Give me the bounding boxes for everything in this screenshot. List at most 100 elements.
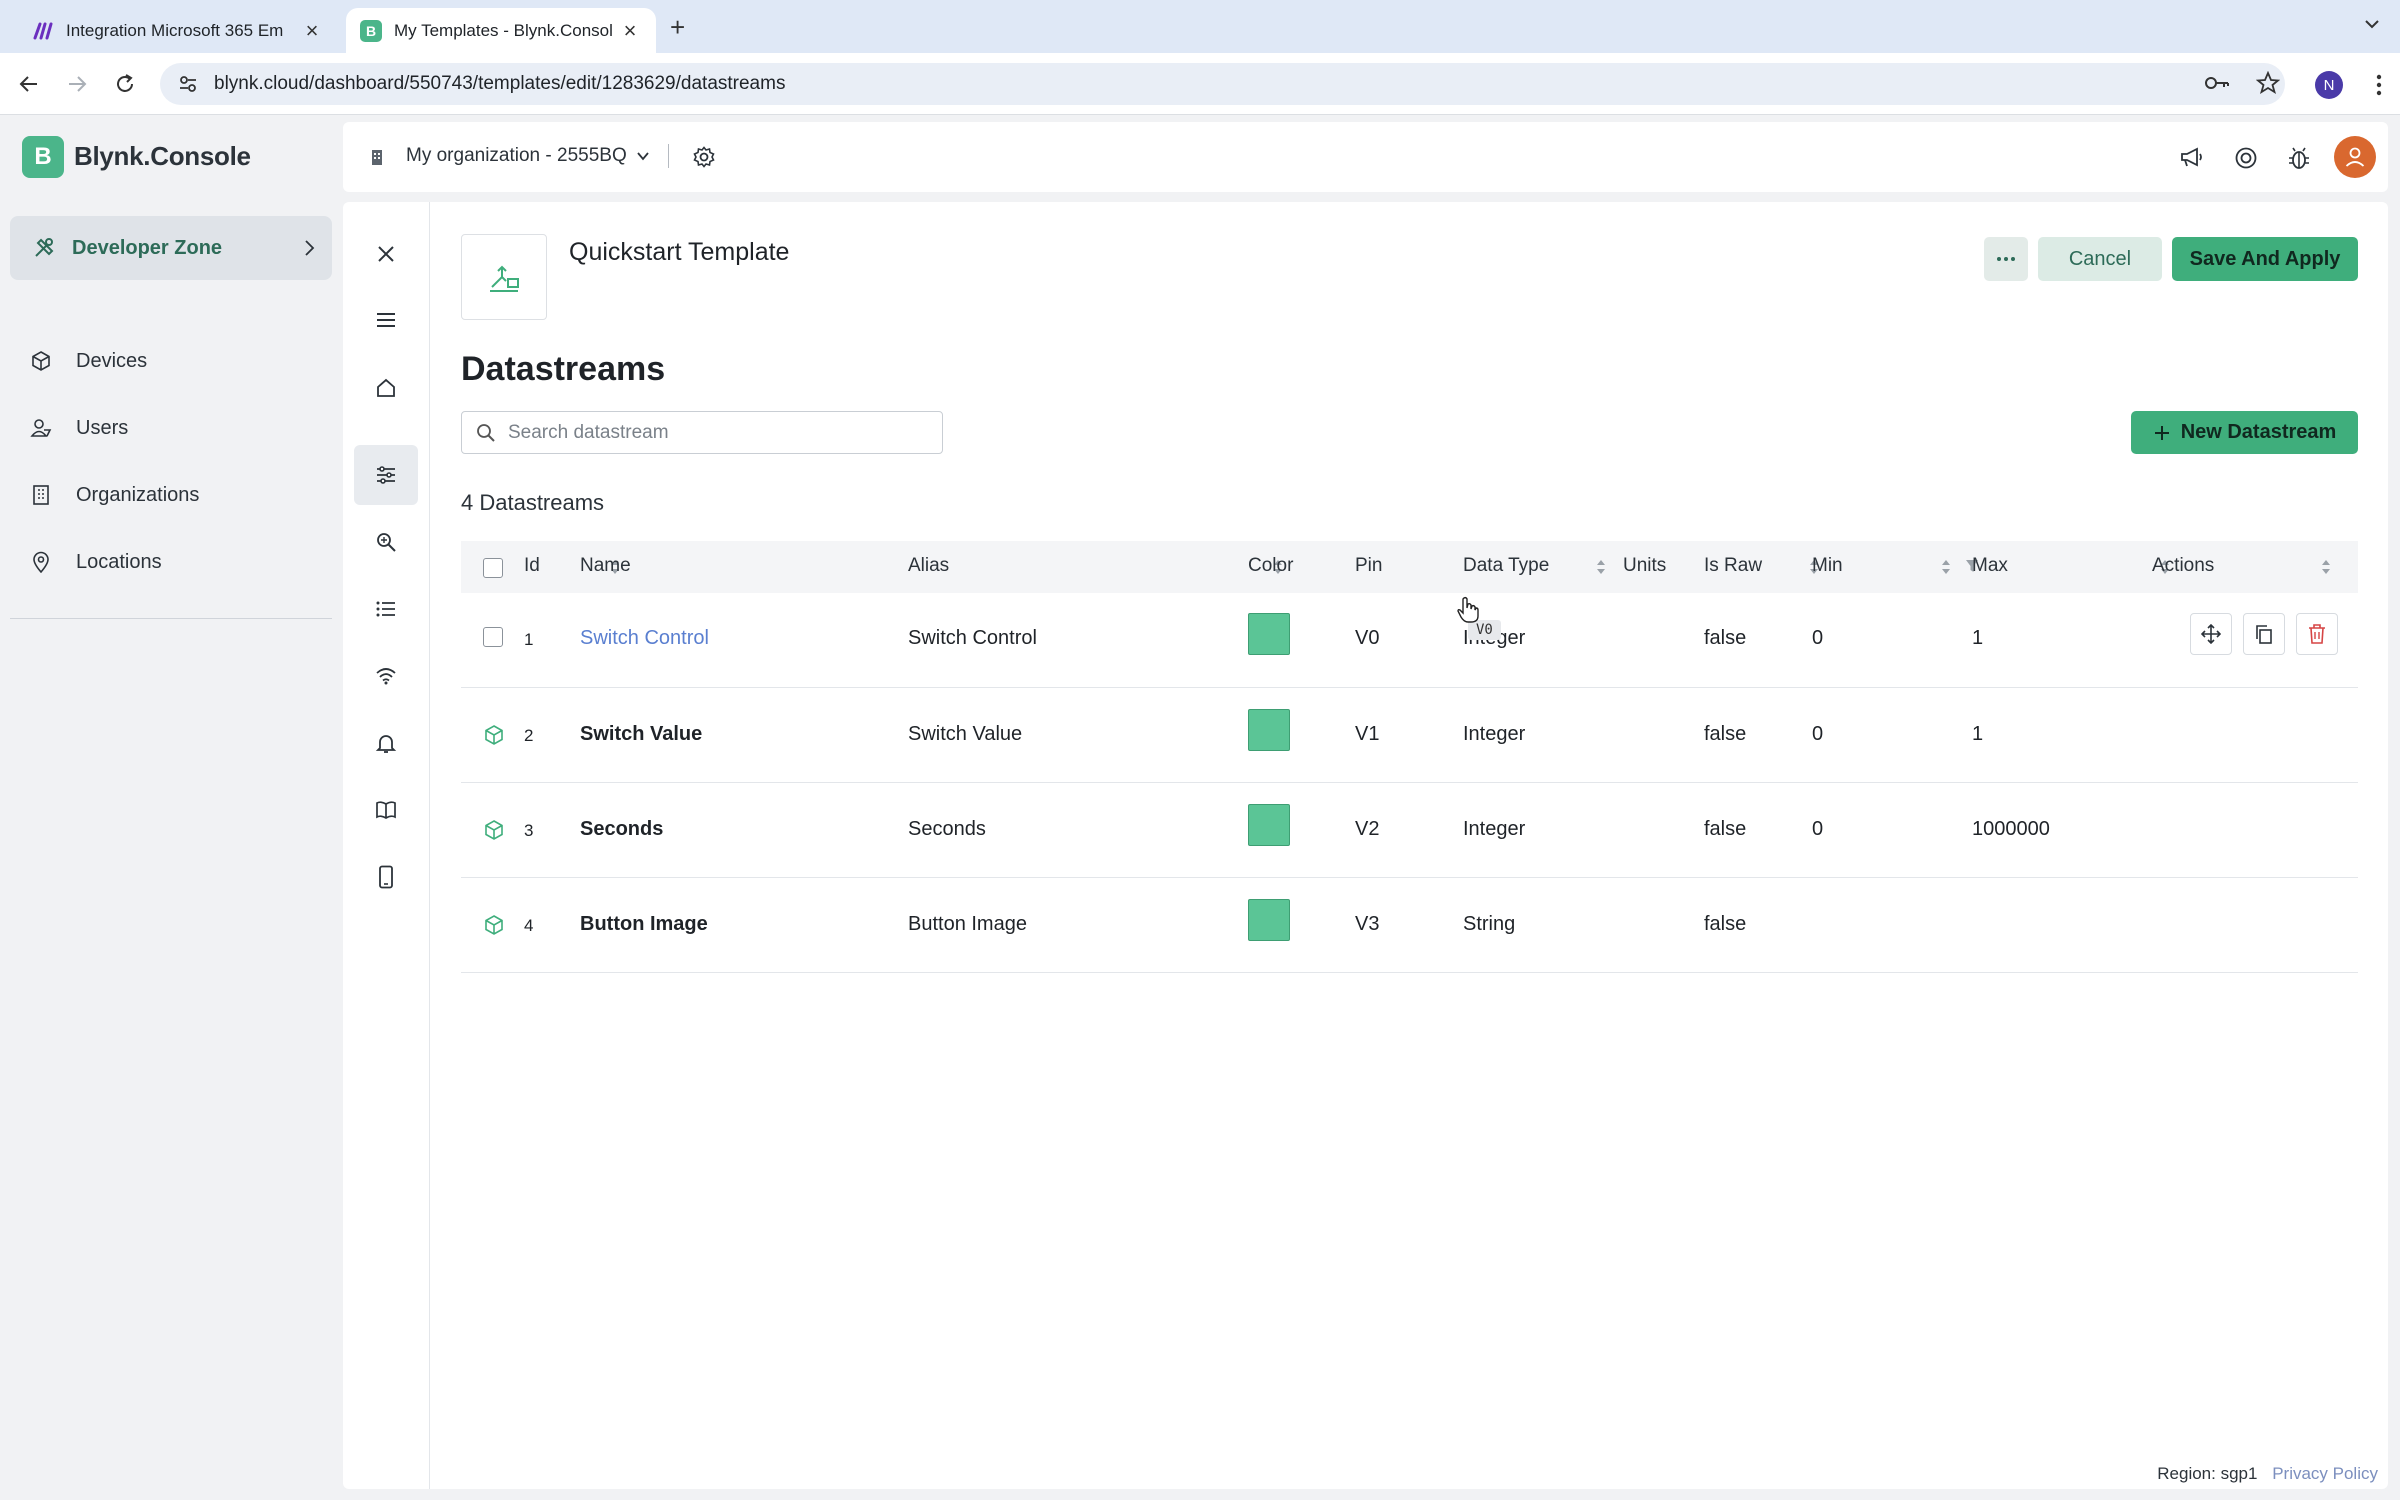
tab-title: Integration Microsoft 365 Em (66, 20, 284, 40)
close-icon[interactable]: × (300, 18, 324, 44)
row-id: 2 (524, 726, 534, 745)
datastream-alias: Seconds (908, 818, 986, 840)
blynk-logo-icon[interactable]: B (22, 136, 64, 178)
browser-menu-icon[interactable] (2376, 73, 2382, 97)
datastream-name[interactable]: Seconds (580, 818, 663, 841)
table-row[interactable]: 2 Switch Value Switch Value V1 Integer f… (461, 688, 2358, 783)
sidebar-item-label: Developer Zone (72, 236, 223, 259)
color-swatch (1248, 899, 1290, 941)
row-id: 3 (524, 821, 534, 840)
datastream-name[interactable]: Switch Value (580, 723, 702, 746)
make-logo-icon (32, 20, 54, 42)
organization-selector[interactable]: My organization - 2555BQ (406, 145, 627, 167)
app-logo-text[interactable]: Blynk.Console (74, 141, 251, 172)
datastream-max: 1000000 (1972, 818, 2050, 840)
footer: Region: sgp1 Privacy Policy (2157, 1464, 2378, 1484)
site-info-icon[interactable] (178, 74, 198, 94)
password-key-icon[interactable] (2204, 71, 2230, 95)
row-id: 1 (524, 630, 534, 649)
datastream-alias: Switch Control (908, 627, 1037, 649)
table-row[interactable]: 4 Button Image Button Image V3 String fa… (461, 878, 2358, 973)
chevron-right-icon (300, 238, 318, 258)
forward-arrow-icon[interactable] (62, 69, 92, 99)
datastream-min: 0 (1812, 627, 1824, 649)
datastream-alias: Button Image (908, 913, 1027, 935)
location-pin-icon (30, 551, 52, 573)
sidebar-divider (10, 618, 332, 619)
tab-search-chevron-icon[interactable] (2362, 14, 2382, 34)
region-label: Region: sgp1 (2157, 1464, 2258, 1483)
cube-icon (30, 350, 52, 372)
tools-icon (32, 236, 56, 260)
datastream-is-raw: false (1704, 627, 1747, 649)
cube-icon (483, 724, 505, 746)
sidebar-item-label: Organizations (76, 483, 200, 506)
sidebar-item-users[interactable]: Users (30, 408, 128, 448)
browser-tab-integration[interactable]: Integration Microsoft 365 Em × (18, 8, 338, 53)
datastream-data-type: Integer (1463, 723, 1526, 745)
sidebar-developer-zone[interactable]: Developer Zone (10, 216, 332, 280)
url-text: blynk.cloud/dashboard/550743/templates/e… (214, 73, 786, 94)
users-icon (30, 417, 52, 439)
datastream-data-type: Integer (1463, 818, 1526, 840)
datastream-alias: Switch Value (908, 723, 1023, 745)
hand-cursor-icon (1456, 596, 1480, 624)
cube-icon (483, 914, 505, 936)
user-avatar[interactable] (2334, 136, 2376, 178)
privacy-policy-link[interactable]: Privacy Policy (2272, 1464, 2378, 1483)
datastream-is-raw: false (1704, 913, 1747, 935)
tab-title: My Templates - Blynk.Consol (394, 20, 613, 40)
sidebar-item-label: Locations (76, 550, 162, 573)
new-tab-icon[interactable]: + (670, 12, 685, 43)
close-icon[interactable]: × (618, 18, 642, 44)
sidebar-item-devices[interactable]: Devices (30, 341, 147, 381)
datastream-min: 0 (1812, 723, 1824, 745)
delete-trash-icon[interactable] (2296, 613, 2338, 655)
row-checkbox[interactable] (483, 627, 503, 647)
table-row[interactable]: 1 Switch Control Switch Control V0 Integ… (461, 593, 2358, 688)
datastream-name-link[interactable]: Switch Control (580, 627, 709, 650)
move-icon[interactable] (2190, 613, 2232, 655)
datastream-pin: V2 (1355, 818, 1380, 840)
gear-icon[interactable] (693, 146, 715, 168)
cube-icon (483, 819, 505, 841)
datastream-pin: V3 (1355, 913, 1380, 935)
datastream-max: 1 (1972, 627, 1984, 649)
chevron-down-icon[interactable] (635, 148, 651, 164)
browser-tab-strip: Integration Microsoft 365 Em × B My Temp… (0, 0, 2400, 53)
datastream-pin: V0 (1355, 627, 1380, 649)
color-swatch (1248, 804, 1290, 846)
datastream-is-raw: false (1704, 818, 1747, 840)
sidebar-item-label: Devices (76, 349, 148, 372)
browser-tab-templates[interactable]: B My Templates - Blynk.Consol × (346, 8, 656, 53)
reload-icon[interactable] (110, 69, 140, 99)
building-icon (369, 148, 385, 166)
datastream-pin: V1 (1355, 723, 1380, 745)
sidebar-item-locations[interactable]: Locations (30, 542, 162, 582)
bookmark-star-icon[interactable] (2256, 71, 2280, 95)
blynk-logo-icon: B (360, 19, 382, 42)
table-body: 1 Switch Control Switch Control V0 Integ… (343, 202, 2388, 1489)
datastream-data-type: String (1463, 913, 1516, 935)
datastream-max: 1 (1972, 723, 1984, 745)
back-arrow-icon[interactable] (14, 69, 44, 99)
help-lifebuoy-icon[interactable] (2234, 146, 2258, 170)
browser-toolbar: blynk.cloud/dashboard/550743/templates/e… (0, 53, 2400, 115)
building-icon (30, 484, 52, 506)
bug-icon[interactable] (2288, 146, 2310, 170)
sidebar-item-organizations[interactable]: Organizations (30, 475, 199, 515)
row-id: 4 (524, 916, 534, 935)
profile-avatar[interactable]: N (2315, 71, 2343, 99)
megaphone-icon[interactable] (2180, 146, 2204, 170)
sidebar-item-label: Users (76, 416, 129, 439)
datastream-min: 0 (1812, 818, 1824, 840)
color-swatch (1248, 709, 1290, 751)
table-row[interactable]: 3 Seconds Seconds V2 Integer false 0 100… (461, 783, 2358, 878)
org-header: My organization - 2555BQ (343, 122, 2388, 192)
duplicate-icon[interactable] (2243, 613, 2285, 655)
datastream-name[interactable]: Button Image (580, 913, 708, 936)
color-swatch (1248, 613, 1290, 655)
address-bar[interactable]: blynk.cloud/dashboard/550743/templates/e… (160, 63, 2285, 105)
divider (668, 144, 669, 168)
datastream-is-raw: false (1704, 723, 1747, 745)
